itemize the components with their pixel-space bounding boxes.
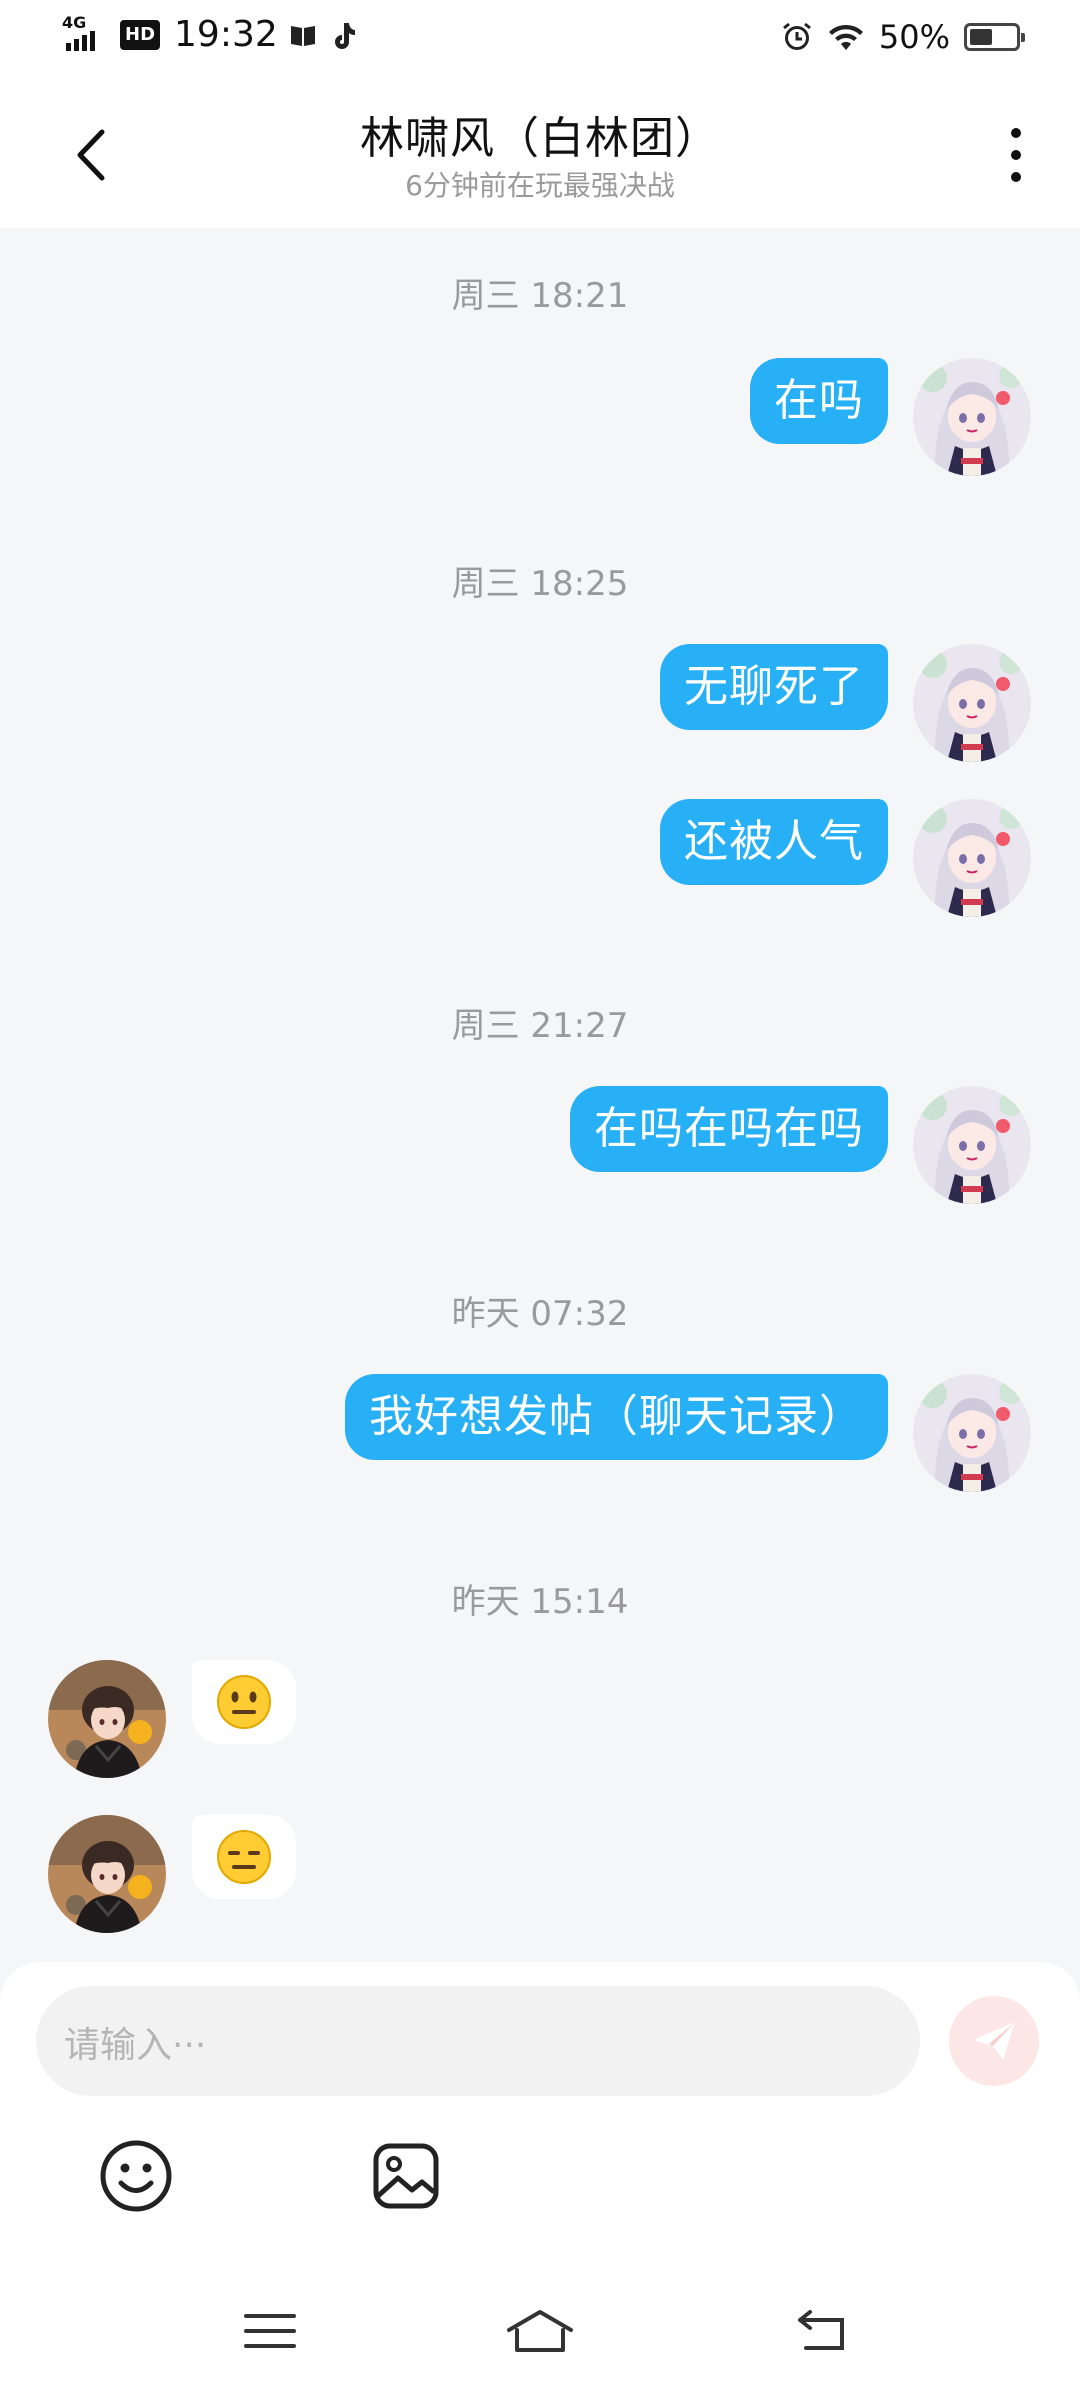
neutral-face-icon <box>216 1674 272 1730</box>
status-time: 19:32 <box>174 14 278 55</box>
my-avatar[interactable] <box>913 799 1031 917</box>
contact-avatar[interactable] <box>48 1660 166 1778</box>
my-avatar[interactable] <box>913 644 1031 762</box>
more-options-button[interactable] <box>986 120 1046 190</box>
emoji-icon[interactable] <box>98 2138 174 2214</box>
outgoing-message[interactable]: 我好想发帖（聊天记录） <box>345 1374 888 1460</box>
menu-icon[interactable] <box>240 2306 300 2356</box>
home-icon[interactable] <box>505 2306 575 2356</box>
contact-avatar[interactable] <box>48 1815 166 1933</box>
signal-icon: 4G <box>62 13 110 55</box>
battery-icon <box>964 23 1025 51</box>
incoming-message[interactable] <box>192 1815 296 1899</box>
battery-percent: 50% <box>878 18 950 56</box>
outgoing-message[interactable]: 无聊死了 <box>660 644 888 730</box>
hd-badge: HD <box>120 19 161 50</box>
incoming-message[interactable] <box>192 1660 296 1744</box>
expressionless-face-icon <box>216 1829 272 1885</box>
send-icon <box>973 2022 1015 2060</box>
chat-header: 林啸风（白林团） 6分钟前在玩最强决战 <box>0 80 1080 228</box>
chat-subtitle: 6分钟前在玩最强决战 <box>405 169 675 202</box>
my-avatar[interactable] <box>913 1374 1031 1492</box>
timestamp: 周三 21:27 <box>451 1006 629 1046</box>
timestamp: 周三 18:25 <box>451 564 629 604</box>
input-placeholder: 请输入··· <box>64 2025 207 2066</box>
timestamp: 昨天 15:14 <box>451 1582 629 1622</box>
chat-title: 林啸风（白林团） <box>360 113 720 164</box>
alarm-icon <box>782 22 811 50</box>
book-icon <box>290 25 315 46</box>
outgoing-message[interactable]: 在吗在吗在吗 <box>570 1086 888 1172</box>
my-avatar[interactable] <box>913 358 1031 476</box>
timestamp: 昨天 07:32 <box>451 1294 629 1334</box>
send-button[interactable] <box>949 1996 1039 2086</box>
message-input[interactable]: 请输入··· <box>36 1986 920 2096</box>
outgoing-message[interactable]: 在吗 <box>750 358 888 444</box>
back-nav-icon[interactable] <box>792 2306 852 2356</box>
image-icon[interactable] <box>368 2138 444 2214</box>
tiktok-icon <box>334 22 355 49</box>
my-avatar[interactable] <box>913 1086 1031 1204</box>
outgoing-message[interactable]: 还被人气 <box>660 799 888 885</box>
timestamp: 周三 18:21 <box>451 276 629 316</box>
wifi-icon <box>828 24 863 50</box>
status-bar: 4G HD 19:32 50% <box>0 0 1080 80</box>
